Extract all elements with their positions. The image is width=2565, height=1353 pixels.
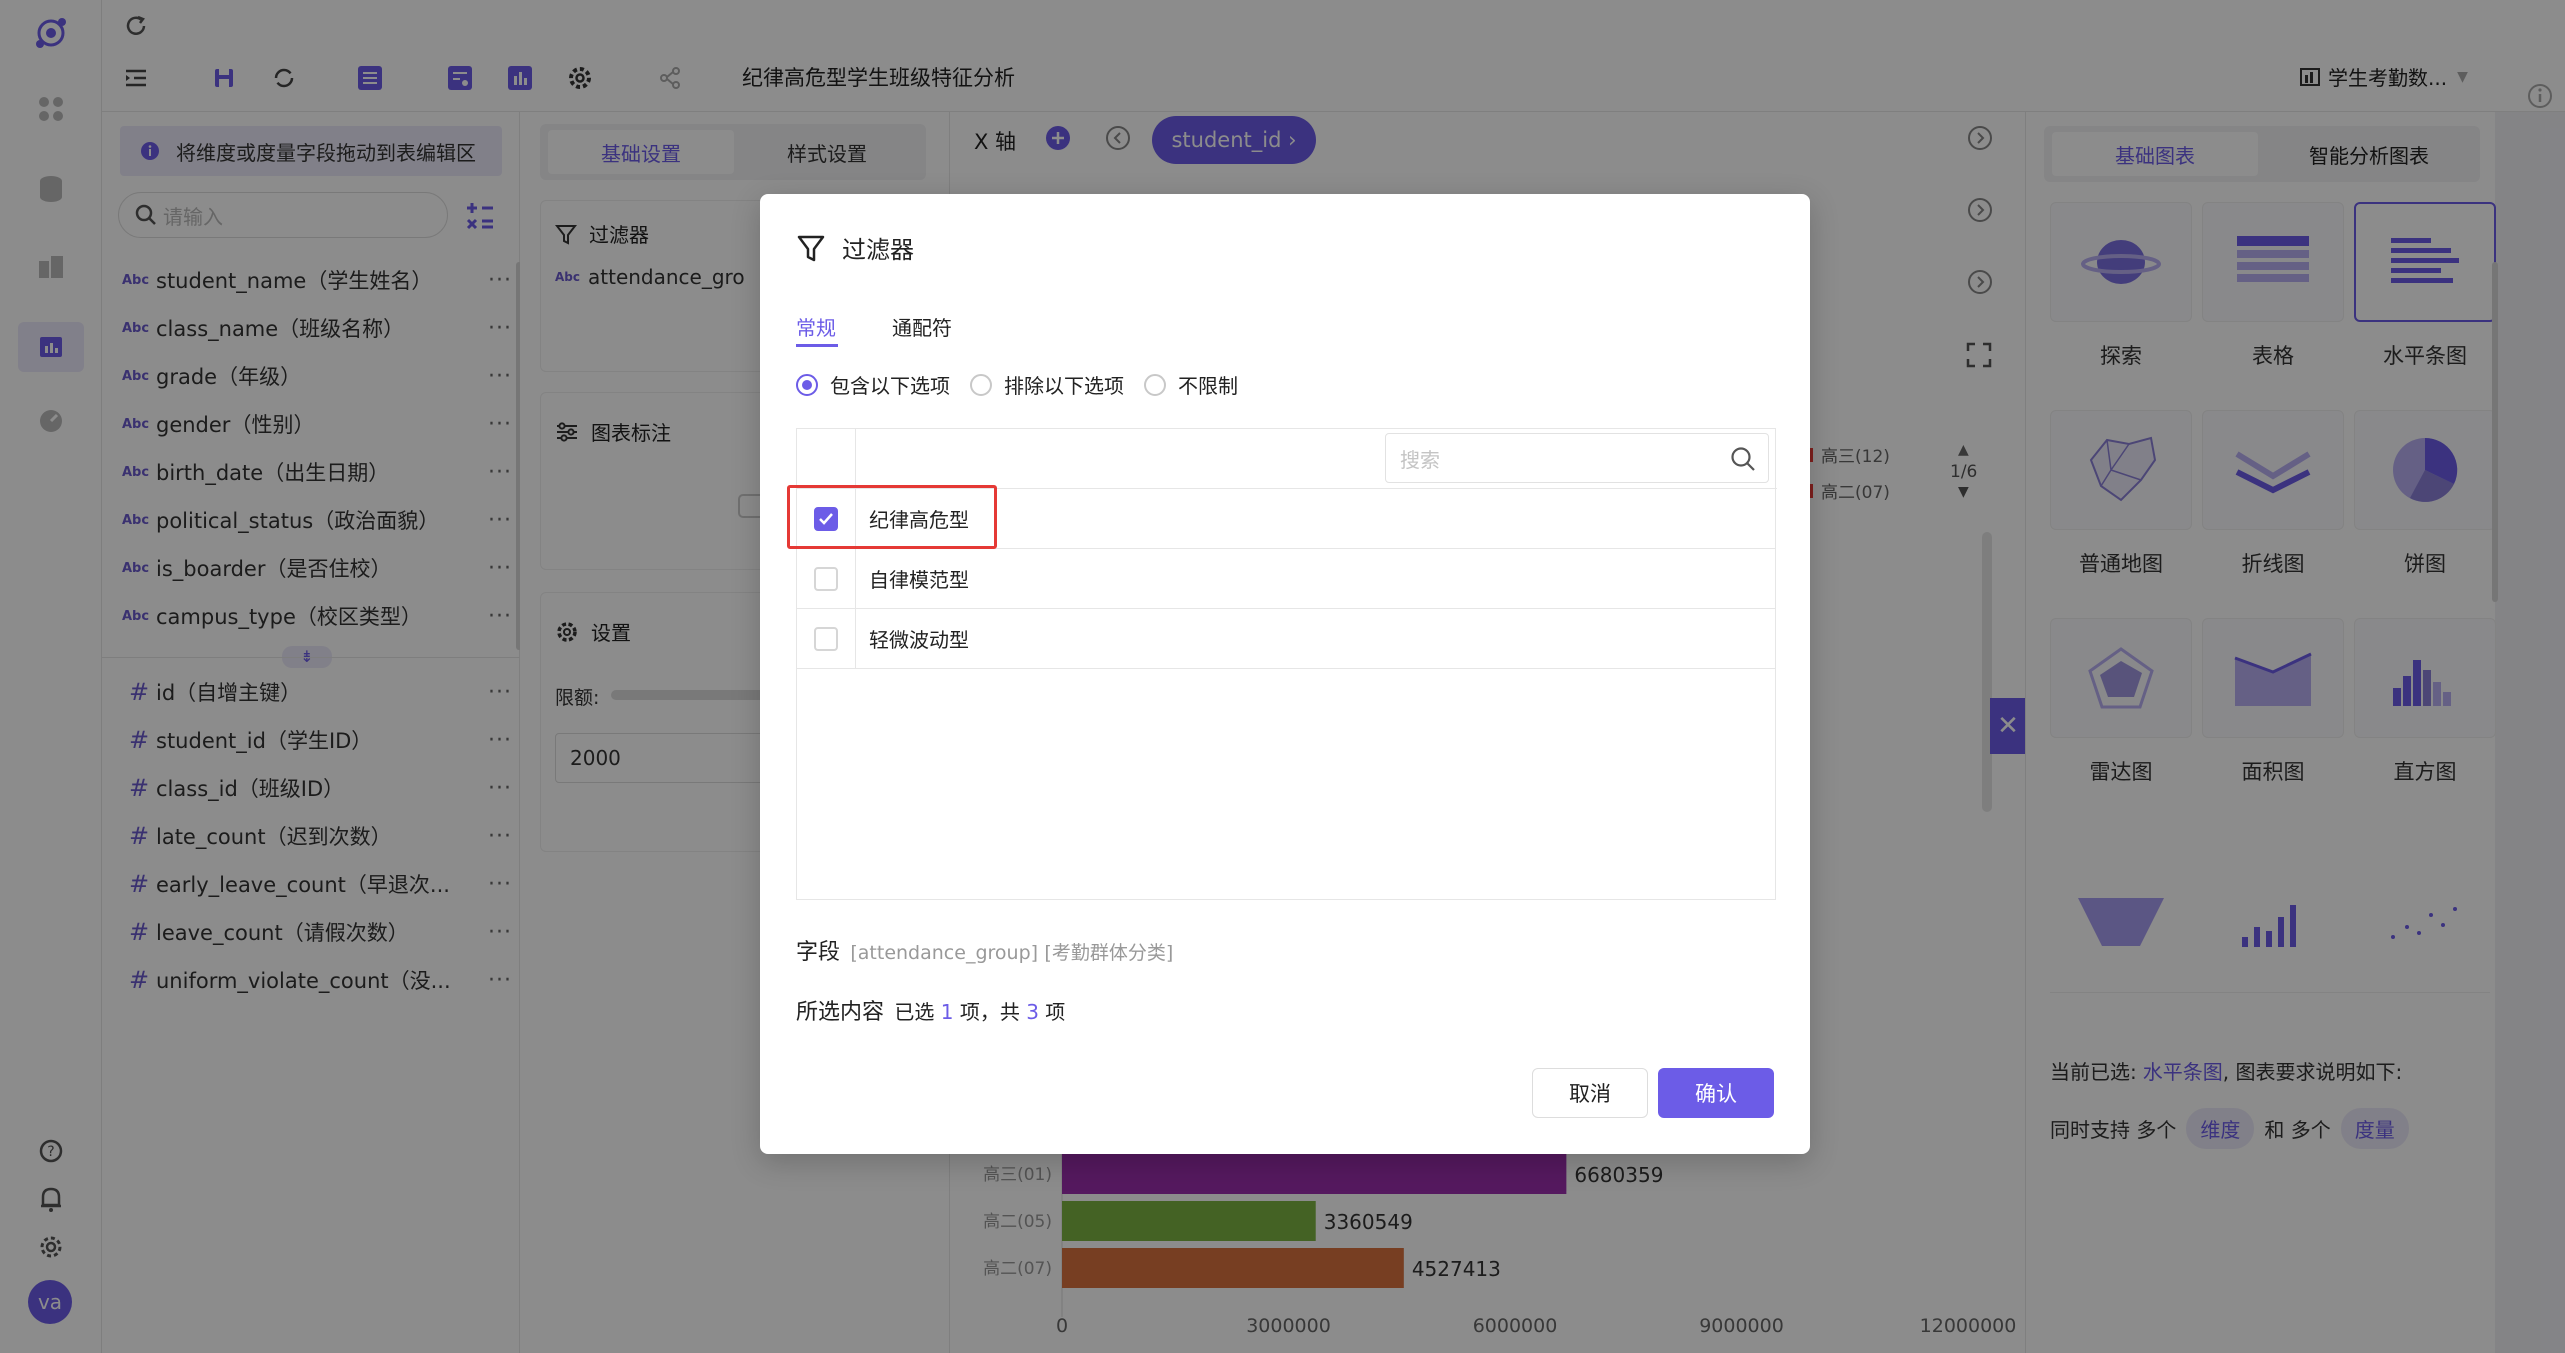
selection-summary: 所选内容 已选 1 项，共 3 项	[796, 1000, 1066, 1025]
option-search-input[interactable]: 搜索	[1385, 433, 1769, 483]
selection-label: 所选内容	[796, 1000, 885, 1025]
field-info-name: [attendance_group]	[850, 942, 1039, 964]
option-checkbox[interactable]	[814, 626, 838, 651]
selection-highlight	[787, 485, 997, 549]
radio-exclude[interactable]: 排除以下选项	[970, 370, 1124, 399]
radio-include[interactable]: 包含以下选项	[796, 370, 950, 399]
cancel-button[interactable]: 取消	[1532, 1068, 1648, 1118]
total-count: 3	[1026, 1000, 1039, 1024]
search-icon	[1730, 446, 1756, 472]
field-info-alias: [考勤群体分类]	[1044, 942, 1174, 964]
option-table: 搜索 纪律高危型 自律模范型 轻微波动型	[787, 428, 1777, 900]
radio-group: 包含以下选项 排除以下选项 不限制	[796, 370, 1238, 399]
radio-exclude-circle[interactable]	[970, 373, 992, 396]
option-label: 自律模范型	[869, 568, 969, 592]
field-info: 字段 [attendance_group] [考勤群体分类]	[796, 934, 1173, 966]
confirm-button[interactable]: 确认	[1658, 1068, 1774, 1118]
option-label: 轻微波动型	[869, 628, 969, 652]
radio-unlimited-circle[interactable]	[1144, 373, 1166, 396]
option-row[interactable]: 轻微波动型	[797, 609, 1775, 669]
selected-count: 1	[940, 1000, 954, 1024]
option-row[interactable]: 自律模范型	[797, 549, 1775, 609]
field-info-label: 字段	[796, 940, 841, 965]
dialog-title: 过滤器	[842, 236, 914, 264]
tab-active-indicator	[796, 344, 838, 347]
filter-icon	[796, 233, 826, 263]
option-checkbox[interactable]	[814, 566, 838, 591]
filter-dialog: 过滤器 常规 通配符 包含以下选项 排除以下选项 不限制 搜索 纪律高危型 自律模…	[760, 194, 1810, 1154]
radio-include-circle[interactable]	[796, 373, 818, 396]
tab-normal[interactable]: 常规	[796, 312, 836, 341]
tab-wildcard[interactable]: 通配符	[892, 312, 952, 341]
radio-unlimited[interactable]: 不限制	[1144, 370, 1238, 399]
